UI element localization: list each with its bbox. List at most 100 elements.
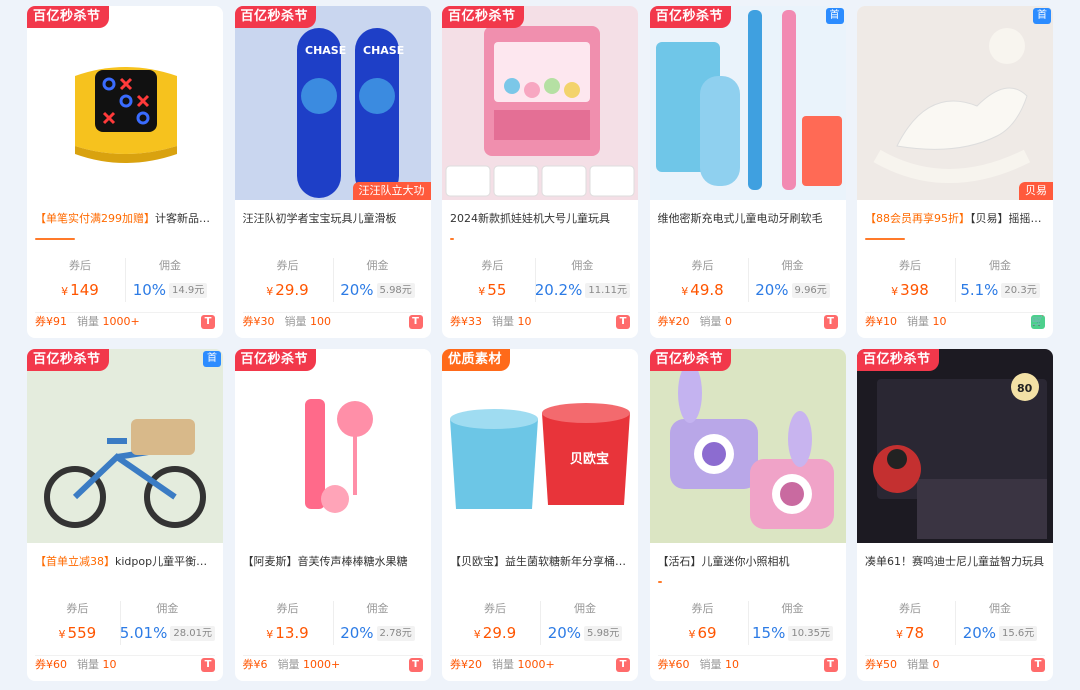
commission-amount: 14.9元 [169,283,208,298]
product-image[interactable]: CHASE CHASE 百亿秒杀节 汪汪队立大功 [234,6,431,200]
commission-rate: 20% [340,281,374,299]
brand-badge: 汪汪队立大功 [352,182,431,200]
yen-sign: ¥ [895,628,903,641]
commission-label: 佣金 [156,602,179,615]
title-underline [243,581,423,583]
product-card[interactable]: 百亿秒杀节 首维他密斯充电式儿童电动牙刷软毛 券后 ¥49.8 佣金 20% 9.9… [649,6,846,338]
coupon-price-block: 券后 ¥55 [450,254,535,312]
sales-value: 0 [932,658,940,671]
product-title[interactable]: 【活石】儿童迷你小照相机 [650,543,846,581]
coupon-price: ¥55 [478,281,506,299]
sales-count: 销量 0 [700,315,733,328]
tmall-icon[interactable]: T [408,658,423,672]
tmall-icon[interactable]: T [616,658,630,672]
product-title[interactable]: 汪汪队初学者宝宝玩具儿童滑板 [235,200,431,238]
yen-sign: ¥ [473,628,481,641]
coupon-price-label: 券后 [691,602,714,615]
sales-label: 销量 [77,658,99,671]
coupon-amount: 券¥50 [865,658,897,671]
title-text: 凑单61！赛鸣迪士尼儿童益智力玩具 [865,555,1044,568]
commission-rate: 20% [755,281,789,299]
coupon-amount: 券¥30 [242,315,275,328]
sales-label: 销量 [907,315,929,328]
coupon-price-block: 券后 ¥398 [865,254,955,312]
coupon-amount: 券¥10 [865,315,897,328]
tmall-icon[interactable]: T [1031,658,1045,672]
tmall-icon[interactable]: T [616,315,630,329]
product-card[interactable]: 百亿秒杀节 【阿麦斯】音芙传声棒棒糖水果糖 券后 ¥13.9 佣金 20% 2.78… [234,349,431,681]
commission-amount: 15.6元 [999,626,1038,641]
coupon-price-block: 券后 ¥29.9 [243,254,333,312]
price-stats: 券后 ¥398 佣金 5.1% 20.3元 [865,254,1045,313]
title-text: 【阿麦斯】音芙传声棒棒糖水果糖 [242,555,408,568]
coupon-price: ¥13.9 [266,624,308,642]
coupon-price: ¥559 [59,624,97,642]
commission-block: 佣金 5.01% 28.01元 [119,597,215,655]
product-card[interactable]: 百亿秒杀节 2024新款抓娃娃机大号儿童玩具 券后 ¥55 佣金 20.2% 11.… [442,6,638,338]
coupon-price: ¥29.9 [266,281,308,299]
tmall-icon[interactable]: T [823,658,838,672]
sales-label: 销量 [277,658,300,671]
commission-block: 佣金 20.2% 11.11元 [534,254,630,312]
product-card[interactable]: 首贝易【88会员再享95折】【贝易】摇摇马儿童木马 券后 ¥398 佣金 5.1… [857,6,1053,338]
tmall-icon[interactable]: T [201,315,215,329]
product-image[interactable]: 百亿秒杀节 [442,6,638,200]
title-text: 2024新款抓娃娃机大号儿童玩具 [450,212,610,225]
product-image[interactable]: 百亿秒杀节 首 [27,349,223,543]
product-image[interactable]: 百亿秒杀节 [649,349,846,543]
sales-count: 销量 1000+ [278,658,341,671]
product-card[interactable]: 百亿秒杀节 【活石】儿童迷你小照相机 券后 ¥69 佣金 15% 10.35元 券¥… [649,349,846,681]
sales-label: 销量 [77,315,99,328]
product-image[interactable]: 百亿秒杀节 首 [649,6,846,200]
title-text: 计客新品超级井字棋 [155,212,223,225]
coupon-price-block: 券后 ¥149 [35,254,125,312]
product-title[interactable]: 维他密斯充电式儿童电动牙刷软毛 [650,200,846,238]
product-title[interactable]: 【单笔实付满299加赠】计客新品超级井字棋 [27,200,223,238]
product-title[interactable]: 2024新款抓娃娃机大号儿童玩具 [442,200,638,238]
title-text: kidpop儿童平衡车宝宝滑行车 [115,555,223,568]
title-underline [865,238,1045,240]
coupon-price-label: 券后 [484,602,506,615]
tmall-icon[interactable]: T [408,315,423,329]
title-promo-text: 【首单立减38】 [35,555,115,568]
cart-icon[interactable]: 🛒 [1031,315,1045,329]
card-footer: 券¥20 销量 0 T [658,312,838,332]
commission-label: 佣金 [574,602,596,615]
product-title[interactable]: 凑单61！赛鸣迪士尼儿童益智力玩具 [857,543,1053,581]
coupon-price-block: 券后 ¥69 [658,597,748,655]
tmall-icon[interactable]: T [823,315,838,329]
coupon-amount: 券¥6 [242,658,268,671]
commission-rate: 20% [340,624,374,642]
title-text: 【贝欧宝】益生菌软糖新年分享桶198g [450,555,638,568]
title-text: 【活石】儿童迷你小照相机 [657,555,790,568]
commission-label: 佣金 [571,259,594,272]
product-image[interactable]: 首贝易 [857,6,1053,200]
product-title[interactable]: 【阿麦斯】音芙传声棒棒糖水果糖 [235,543,431,581]
sales-label: 销量 [907,658,929,671]
sales-label: 销量 [492,315,514,328]
product-image[interactable]: 百亿秒杀节 [27,6,223,200]
coupon-price-label: 券后 [899,602,921,615]
product-image[interactable]: 贝欧宝 优质素材 [442,349,638,543]
price-stats: 券后 ¥78 佣金 20% 15.6元 [865,597,1045,656]
tmall-icon[interactable]: T [201,658,215,672]
product-image[interactable]: 百亿秒杀节 [234,349,431,543]
coupon-price-label: 券后 [69,259,91,272]
product-card[interactable]: 贝欧宝 优质素材 【贝欧宝】益生菌软糖新年分享桶198g 券后 ¥29.9 佣金 2… [442,349,638,681]
product-image[interactable]: 80 百亿秒杀节 [857,349,1053,543]
promo-tag: 百亿秒杀节 [442,6,524,28]
title-text: 【贝易】摇摇马儿童木马 [970,212,1053,225]
promo-tag: 百亿秒杀节 [649,349,732,371]
coupon-price: ¥149 [61,281,99,299]
product-title[interactable]: 【88会员再享95折】【贝易】摇摇马儿童木马 [857,200,1053,238]
product-card[interactable]: 百亿秒杀节 首【首单立减38】kidpop儿童平衡车宝宝滑行车 券后 ¥559 佣… [27,349,223,681]
price-value: 559 [67,624,97,642]
product-card[interactable]: 百亿秒杀节【单笔实付满299加赠】计客新品超级井字棋 券后 ¥149 佣金 10… [27,6,223,338]
product-card[interactable]: 80 百亿秒杀节凑单61！赛鸣迪士尼儿童益智力玩具 券后 ¥78 佣金 20% 15… [857,349,1053,681]
sales-value: 1000+ [517,658,555,671]
product-card[interactable]: CHASE CHASE 百亿秒杀节 汪汪队立大功 汪汪队初学者宝宝玩具儿童滑板 券后 … [234,6,431,338]
product-title[interactable]: 【首单立减38】kidpop儿童平衡车宝宝滑行车 [27,543,223,581]
coupon-price: ¥29.9 [474,624,516,642]
coupon-price-label: 券后 [276,259,299,272]
product-title[interactable]: 【贝欧宝】益生菌软糖新年分享桶198g [442,543,638,581]
